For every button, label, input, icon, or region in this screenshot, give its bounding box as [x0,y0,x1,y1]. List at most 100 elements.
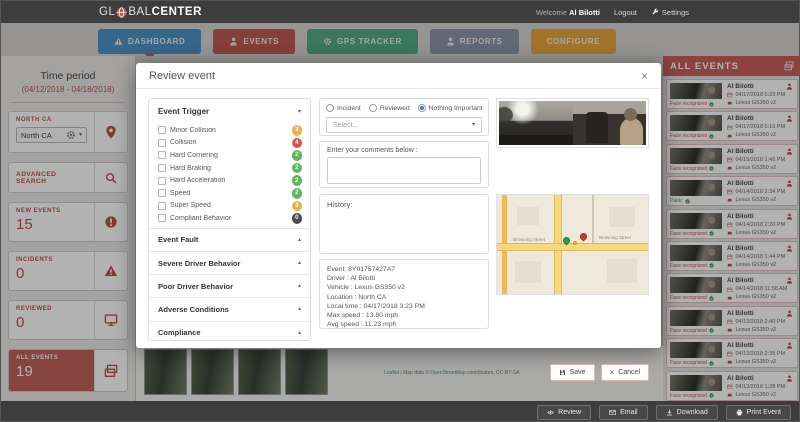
trigger-item[interactable]: Collision 4 [149,137,310,150]
event-detail-line: Avg speed : 11.23 mph [327,321,397,329]
event-detail-line: Local time : 04/17/2018 3:23 PM [327,302,425,310]
trigger-item[interactable]: Speed 2 [149,187,310,200]
review-event-modal: Review event × Event Trigger ▾ Minor Col… [136,63,661,381]
download-icon [666,409,672,415]
map-block [515,261,541,283]
trigger-label: Compliant Behavior [170,214,232,222]
radio-circle [417,104,426,112]
checkbox[interactable] [158,201,166,210]
printer-icon [736,409,743,415]
radio-option[interactable]: Nothing Important [417,104,483,112]
trigger-label: Speed [170,189,191,197]
cancel-button[interactable]: × Cancel [600,364,649,381]
count-badge: 2 [291,162,302,174]
chevron-up-icon: ▴ [297,329,301,336]
trigger-item[interactable]: Hard Acceleration 2 [149,174,310,187]
dashcam-snapshot[interactable] [496,98,649,148]
brand-center: CENTER [151,6,202,18]
brand-logo: GL BAL CENTER [99,6,202,18]
dashcam-road-view [499,101,573,145]
accordion-label: Event Fault [158,235,199,245]
top-bar: GL BAL CENTER Welcome Al Bilotti Logout … [1,1,799,23]
history-panel: History: [319,194,489,254]
print-event-button[interactable]: Print Event [725,404,791,420]
status-panel: Incident Reviewed Nothing Important Sele… [319,98,489,136]
count-badge: 3 [291,125,302,136]
wrench-icon [652,8,659,15]
radio-option[interactable]: Incident [326,104,361,112]
checkbox[interactable] [158,138,166,147]
checkbox[interactable] [158,176,166,185]
event-trigger-header[interactable]: Event Trigger ▾ [149,99,310,124]
trigger-label: Super Speed [170,202,211,210]
globe-icon [116,6,127,18]
event-detail-line: Event: 8Y01757427A7 [327,266,396,273]
count-badge: 2 [291,175,302,186]
status-radios: Incident Reviewed Nothing Important [326,104,483,112]
map-marker-mid[interactable] [573,241,577,245]
checkbox[interactable] [158,126,166,135]
print-event-label: Print Event [746,408,781,416]
x-icon: × [609,367,615,377]
count-badge: 3 [291,200,302,212]
event-map[interactable]: Browning Street Browning Street [496,194,649,295]
map-road [592,195,594,245]
trigger-accordion: Event Trigger ▾ Minor Collision 3 Collis… [148,98,311,341]
radio-dot [419,106,424,110]
radio-option[interactable]: Reviewed [368,104,410,112]
accordion-header[interactable]: Severe Driver Behavior ▴ [149,250,310,274]
map-marker-end[interactable] [578,231,589,242]
trigger-item[interactable]: Compliant Behavior 0 [149,212,310,225]
history-label: History: [327,200,353,209]
street-label: Browning Street [513,237,546,242]
close-icon[interactable]: × [641,70,648,82]
checkbox[interactable] [158,189,166,198]
radio-label: Reviewed [379,104,410,112]
save-label: Save [569,369,586,376]
event-detail-line: Location : North CA [327,293,387,301]
checkbox[interactable] [158,214,166,223]
accordion-header[interactable]: Adverse Conditions ▴ [149,297,310,320]
trigger-label: Hard Acceleration [170,177,226,185]
trigger-label: Hard Cornering [170,151,218,159]
trigger-label: Hard Braking [170,164,211,172]
logout-link[interactable]: Logout [614,8,637,17]
eye-icon [547,410,554,414]
settings-link[interactable]: Settings [651,8,689,17]
trigger-item[interactable]: Hard Cornering 2 [149,149,310,162]
radio-circle [326,104,334,112]
chevron-down-icon: ▾ [297,108,301,115]
trigger-item[interactable]: Hard Braking 2 [149,162,310,175]
accordion-label: Compliance [158,328,201,338]
radio-dot [328,106,332,110]
brand-bal: BAL [128,6,152,18]
count-badge: 4 [291,137,302,149]
chevron-up-icon: ▴ [297,260,301,267]
event-detail-line: Vehicle : Lexus GS350 v2 [327,284,405,292]
comments-panel: Enter your comments below : [319,141,489,188]
email-button[interactable]: Email [599,404,648,420]
chevron-up-icon: ▴ [297,306,301,313]
checkbox[interactable] [158,164,166,173]
download-label: Download [676,408,708,416]
event-detail-line: Max speed : 13.80 mph [327,312,399,320]
map-block [607,259,637,283]
map-block [609,207,635,227]
dashcam-cabin-view [572,101,646,145]
street-label: Browning Street [599,235,632,240]
download-button[interactable]: Download [655,404,718,420]
trigger-list: Minor Collision 3 Collision 4 Hard Corne… [149,124,310,228]
trigger-item[interactable]: Minor Collision 3 [149,124,310,137]
accordion-header[interactable]: Compliance ▴ [149,320,310,341]
event-detail-line: Driver : Al Bilotti [327,275,375,283]
review-button[interactable]: Review [537,404,592,420]
accordion-header[interactable]: Event Fault ▴ [149,227,310,251]
save-button[interactable]: Save [549,364,595,381]
comments-textarea[interactable] [327,157,481,184]
reason-select[interactable]: Select... ▾ [326,117,482,133]
trigger-item[interactable]: Super Speed 3 [149,200,310,213]
accordion-header[interactable]: Poor Driver Behavior ▴ [149,274,310,297]
trigger-label: Minor Collision [170,126,216,134]
checkbox[interactable] [158,151,166,160]
count-badge: 2 [291,150,302,161]
